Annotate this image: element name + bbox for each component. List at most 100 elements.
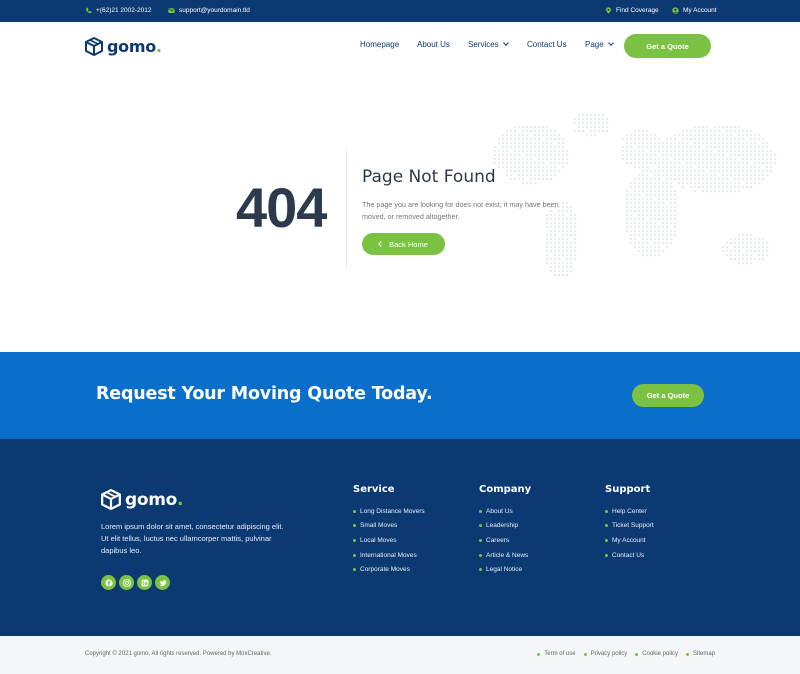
footer-link-label: Careers xyxy=(486,536,510,544)
user-circle-icon xyxy=(672,7,679,14)
legal-link-label: Sitemap xyxy=(692,651,715,657)
footer-link[interactable]: Careers xyxy=(479,533,531,548)
box-logo-icon xyxy=(85,37,103,56)
footer-column-title: Support xyxy=(605,484,651,495)
chevron-left-icon xyxy=(378,241,384,247)
footer-column-service: Service Long Distance Movers Small Moves… xyxy=(353,484,425,577)
footer-link[interactable]: Ticket Support xyxy=(605,519,654,534)
phone-text: +(62)21 2002-2012 xyxy=(96,7,152,14)
footer-link-label: Small Moves xyxy=(360,522,398,530)
twitter-glyph xyxy=(158,579,167,586)
page-title: Page Not Found xyxy=(362,167,496,187)
footer-link[interactable]: International Moves xyxy=(353,548,425,563)
phone-contact[interactable]: +(62)21 2002-2012 xyxy=(85,7,151,14)
nav-page-label: Page xyxy=(585,40,604,49)
phone-icon xyxy=(86,7,92,14)
legal-link-label: Term of use xyxy=(544,651,576,657)
bullet-icon xyxy=(605,538,608,542)
banner-title: Request Your Moving Quote Today. xyxy=(96,384,433,404)
quote-banner: Request Your Moving Quote Today. Get a Q… xyxy=(0,352,800,439)
divider xyxy=(346,150,347,270)
footer-link[interactable]: Small Moves xyxy=(353,519,425,534)
nav-about-us[interactable]: About Us xyxy=(417,40,450,49)
footer-link[interactable]: Local Moves xyxy=(353,533,425,548)
footer-column-title: Company xyxy=(479,484,532,495)
error-code: 404 xyxy=(236,176,327,239)
find-coverage-link[interactable]: Find Coverage xyxy=(605,7,659,14)
footer-link[interactable]: Long Distance Movers xyxy=(353,504,425,519)
nav-services-label: Services xyxy=(468,40,499,49)
bullet-icon xyxy=(479,568,482,572)
copyright-text: Copyright © 2021 gomo, All rights reserv… xyxy=(85,651,272,657)
bullet-icon xyxy=(635,652,639,656)
nav-services[interactable]: Services xyxy=(468,39,509,49)
logo-dot: . xyxy=(155,37,162,56)
legal-link[interactable]: Sitemap xyxy=(685,651,715,657)
bullet-icon xyxy=(605,524,608,528)
nav-contact-us-label: Contact Us xyxy=(527,40,567,49)
footer-link-label: Local Moves xyxy=(360,536,397,544)
bullet-icon xyxy=(605,509,608,513)
facebook-icon[interactable] xyxy=(101,575,116,590)
footer-link[interactable]: About Us xyxy=(479,504,531,519)
footer-link-label: Help Center xyxy=(612,507,647,515)
footer-link-list: Help Center Ticket Support My Account Co… xyxy=(605,504,654,562)
legal-link-label: Cookie policy xyxy=(642,651,678,657)
footer-logo[interactable]: gomo. xyxy=(101,489,184,510)
footer-link-list: About Us Leadership Careers Article & Ne… xyxy=(479,504,531,577)
email-text: support@yourdomain.tld xyxy=(179,7,250,14)
email-contact[interactable]: support@yourdomain.tld xyxy=(168,7,250,14)
footer-link-label: My Account xyxy=(612,536,646,544)
footer-link-label: Leadership xyxy=(486,522,519,530)
bullet-icon xyxy=(353,524,356,528)
nav-page[interactable]: Page xyxy=(585,39,614,49)
top-bar: +(62)21 2002-2012 support@yourdomain.tld… xyxy=(0,0,800,22)
footer-link-label: Article & News xyxy=(486,551,529,559)
my-account-link[interactable]: My Account xyxy=(672,7,717,14)
legal-link[interactable]: Cookie policy xyxy=(635,651,678,657)
linkedin-icon[interactable] xyxy=(137,575,152,590)
instagram-glyph xyxy=(122,578,131,587)
bullet-icon xyxy=(685,652,689,656)
back-home-label: Back Home xyxy=(389,239,428,249)
footer-link-label: Corporate Moves xyxy=(360,566,410,574)
bullet-icon xyxy=(479,538,482,542)
legal-link[interactable]: Term of use xyxy=(537,651,576,657)
footer-link[interactable]: Legal Notice xyxy=(479,562,531,577)
footer-link-label: Long Distance Movers xyxy=(360,507,425,515)
instagram-icon[interactable] xyxy=(119,575,134,590)
footer-link[interactable]: Leadership xyxy=(479,519,531,534)
bullet-icon xyxy=(353,538,356,542)
bullet-icon xyxy=(583,652,587,656)
bullet-icon xyxy=(353,509,356,513)
legal-link[interactable]: Privacy policy xyxy=(583,651,627,657)
twitter-icon[interactable] xyxy=(155,575,170,590)
nav-contact-us[interactable]: Contact Us xyxy=(527,40,567,49)
footer-column-title: Service xyxy=(353,484,395,495)
back-home-button[interactable]: Back Home xyxy=(362,233,445,255)
site-header: gomo. Homepage About Us Services Contact… xyxy=(0,22,800,70)
facebook-glyph xyxy=(104,578,113,587)
footer-link[interactable]: Article & News xyxy=(479,548,531,563)
bullet-icon xyxy=(479,553,482,557)
logo-name: gomo xyxy=(107,37,156,56)
logo[interactable]: gomo. xyxy=(85,37,162,56)
box-logo-icon xyxy=(101,489,121,510)
bullet-icon xyxy=(353,568,356,572)
footer-link[interactable]: Help Center xyxy=(605,504,654,519)
error-description: The page you are looking for does not ex… xyxy=(362,200,559,221)
footer-link[interactable]: Corporate Moves xyxy=(353,562,425,577)
nav-homepage-label: Homepage xyxy=(360,40,400,49)
bottom-bar: Copyright © 2021 gomo, All rights reserv… xyxy=(0,636,800,674)
footer-logo-dot: . xyxy=(177,489,184,510)
footer-link-label: Contact Us xyxy=(612,551,645,559)
nav-homepage[interactable]: Homepage xyxy=(360,40,399,49)
banner-get-quote-button[interactable]: Get a Quote xyxy=(632,384,704,407)
bullet-icon xyxy=(479,524,482,528)
footer-link[interactable]: My Account xyxy=(605,533,654,548)
bullet-icon xyxy=(479,509,482,513)
linkedin-glyph xyxy=(141,579,148,586)
get-quote-button[interactable]: Get a Quote xyxy=(624,34,711,58)
footer-link[interactable]: Contact Us xyxy=(605,548,654,563)
get-quote-label: Get a Quote xyxy=(646,41,689,51)
